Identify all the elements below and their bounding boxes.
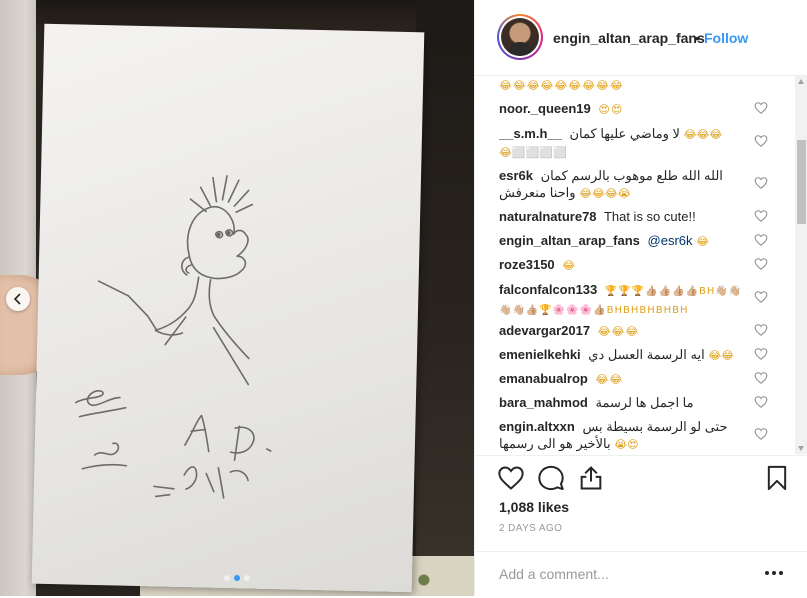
emoji: 😂😂😂 [597, 325, 640, 338]
carousel-indicator [0, 575, 474, 581]
list-item: noor._queen19 😍😍 [499, 100, 759, 118]
separator-dot: • [695, 30, 700, 46]
like-comment-heart-icon[interactable] [754, 427, 768, 441]
comment-text-line2: 👋🏼👋🏼👍🏼🏆🌸🌸🌸👍🏼BHBHBHBHBH [499, 305, 689, 316]
scroll-up-arrow-icon[interactable] [798, 79, 804, 84]
follow-button[interactable]: Follow [704, 30, 748, 46]
post-panel: engin_altan_arap_fans • Follow 😂😂😂😂😂😂😂😂😂… [474, 0, 807, 596]
comment-author[interactable]: __s.m.h__ [499, 126, 562, 141]
like-comment-heart-icon[interactable] [754, 371, 768, 385]
more-options-icon[interactable] [765, 566, 787, 580]
emoji: 😂 [696, 235, 710, 248]
list-item: esr6k الله الله طلع موهوب بالرسم كمان وا… [499, 167, 759, 202]
comment-text: الله الله طلع موهوب بالرسم كمان [540, 168, 723, 183]
comment-author[interactable]: adevargar2017 [499, 323, 590, 338]
bookmark-icon[interactable] [763, 464, 791, 492]
comment-text: ما اجمل ها لرسمة [595, 395, 694, 410]
emoji: 😂😂😂😂😂😂😂😂😂 [499, 79, 624, 92]
list-item: __s.m.h__ لا وماضي عليها كمان 😂😂😂 😂⬜⬜⬜⬜ [499, 125, 759, 161]
comment-bubble-icon[interactable] [537, 464, 565, 492]
like-comment-heart-icon[interactable] [754, 233, 768, 247]
emoji: 😭😍 [614, 438, 639, 451]
post-author[interactable]: engin_altan_arap_fans [553, 30, 705, 46]
list-item: adevargar2017 😂😂😂 [499, 322, 759, 340]
pencil-sketch [75, 175, 272, 499]
like-comment-heart-icon[interactable] [754, 290, 768, 304]
comment-text-line2: واحنا منعرفش [499, 185, 576, 200]
comment-text: ايه الرسمة العسل دي [588, 347, 705, 362]
emoji: 😍😍 [598, 103, 624, 116]
emoji: 😂⬜⬜⬜⬜ [499, 146, 567, 159]
comment-author[interactable]: naturalnature78 [499, 209, 597, 224]
list-item: emenielkehki ايه الرسمة العسل دي 😂😂 [499, 346, 759, 364]
carousel-dot-active [234, 575, 240, 581]
comment-input[interactable] [499, 564, 739, 584]
list-item: bara_mahmod ما اجمل ها لرسمة [499, 394, 759, 411]
comment-text-line2: بالأخير هو الى رسمها [499, 436, 611, 451]
like-comment-heart-icon[interactable] [754, 347, 768, 361]
like-comment-heart-icon[interactable] [754, 323, 768, 337]
heart-icon[interactable] [497, 464, 525, 492]
emoji: 😂 [562, 259, 577, 272]
carousel-dot [244, 575, 250, 581]
comment-author[interactable]: bara_mahmod [499, 395, 588, 410]
post-media [0, 0, 474, 596]
post-timestamp[interactable]: 2 DAYS AGO [499, 523, 562, 534]
scrollbar-thumb[interactable] [797, 140, 806, 224]
comment-author[interactable]: engin.altxxn [499, 419, 575, 434]
like-comment-heart-icon[interactable] [754, 257, 768, 271]
emoji: 😂😂😂 [683, 128, 723, 141]
list-item: falconfalcon133 🏆🏆🏆👍🏼👍🏼👍🏼👍🏼BH👋🏼👋🏼 👋🏼👋🏼👍🏼… [499, 281, 759, 319]
emoji: 😂😂😂😭 [579, 187, 631, 200]
comment-author[interactable]: roze3150 [499, 257, 555, 272]
comment-text: لا وماضي عليها كمان [569, 126, 680, 141]
like-comment-heart-icon[interactable] [754, 395, 768, 409]
avatar[interactable] [497, 14, 543, 60]
comment-author[interactable]: emenielkehki [499, 347, 581, 362]
list-item: roze3150 😂 [499, 256, 759, 274]
comment-author[interactable]: emanabualrop [499, 371, 588, 386]
comment-author[interactable]: esr6k [499, 168, 533, 183]
background-right [416, 0, 474, 596]
post-actions: 1,088 likes 2 DAYS AGO [475, 455, 807, 597]
comment-mention[interactable]: @esr6k [648, 233, 693, 248]
list-item: emanabualrop 😂😂 [499, 370, 759, 388]
list-item: engin_altan_arap_fans @esr6k 😂 [499, 232, 759, 250]
comment-author[interactable]: falconfalcon133 [499, 282, 597, 297]
comment-text: حتى لو الرسمة بسيطة بس [582, 419, 728, 434]
like-comment-heart-icon[interactable] [754, 176, 768, 190]
comment-composer [475, 551, 807, 598]
comment-text: That is so cute!! [603, 209, 696, 224]
previous-slide-button[interactable] [6, 287, 30, 311]
list-item: 😂😂😂😂😂😂😂😂😂 [499, 76, 759, 94]
scroll-down-arrow-icon[interactable] [798, 446, 804, 451]
comment-author[interactable]: noor._queen19 [499, 101, 591, 116]
carousel-dot [224, 575, 230, 581]
likes-count[interactable]: 1,088 likes [499, 499, 569, 515]
comment-list[interactable]: 😂😂😂😂😂😂😂😂😂 noor._queen19 😍😍 __s.m.h__ لا … [499, 76, 799, 454]
list-item: naturalnature78 That is so cute!! [499, 208, 759, 225]
share-icon[interactable] [577, 464, 605, 492]
like-comment-heart-icon[interactable] [754, 134, 768, 148]
drawing-paper [31, 23, 425, 593]
avatar-image [501, 18, 539, 56]
emoji: 😂😂 [708, 349, 735, 362]
like-comment-heart-icon[interactable] [754, 209, 768, 223]
emoji: 😂😂 [595, 373, 624, 386]
list-item: engin.altxxn حتى لو الرسمة بسيطة بس بالأ… [499, 418, 759, 453]
comment-text: 🏆🏆🏆👍🏼👍🏼👍🏼👍🏼BH👋🏼👋🏼 [604, 286, 743, 297]
comments-scrollbar[interactable] [795, 76, 807, 454]
chevron-left-icon [13, 293, 21, 305]
post-header: engin_altan_arap_fans • Follow [475, 0, 807, 76]
like-comment-heart-icon[interactable] [754, 101, 768, 115]
comment-author[interactable]: engin_altan_arap_fans [499, 233, 640, 248]
